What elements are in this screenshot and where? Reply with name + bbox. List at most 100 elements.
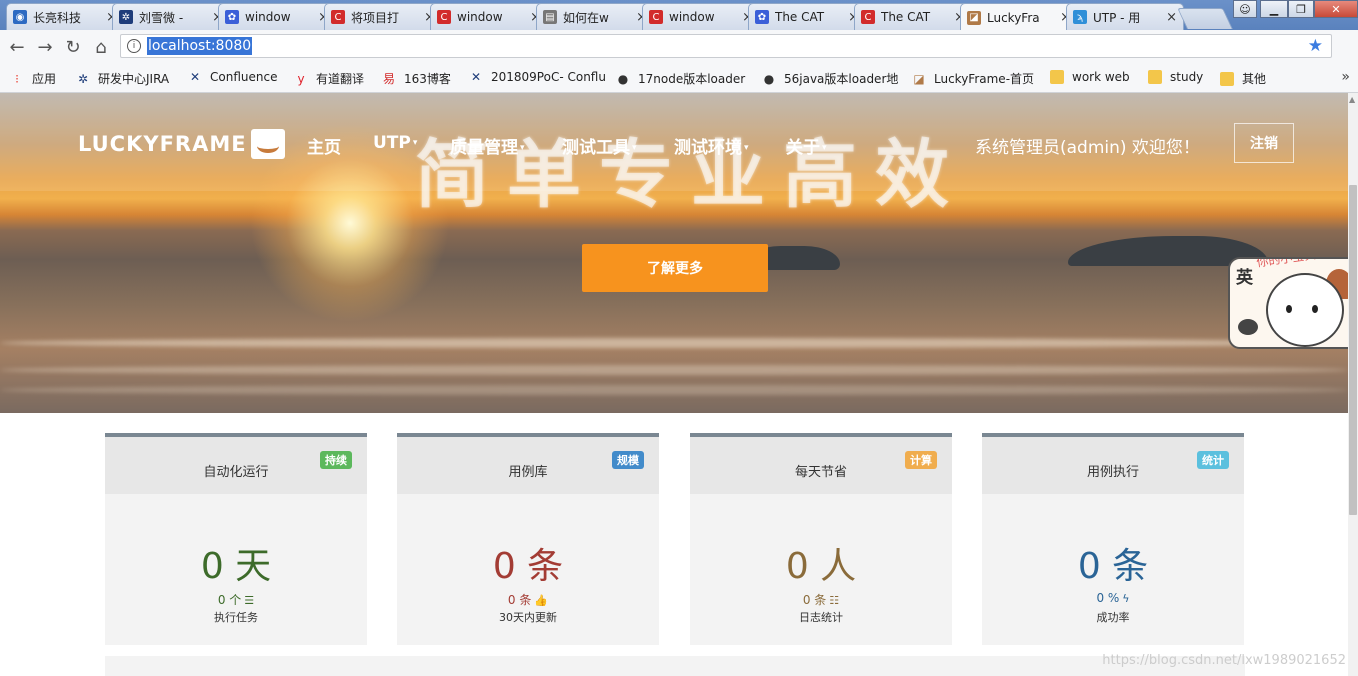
tab-11[interactable]: ϡ UTP - 用 × [1066, 3, 1184, 30]
user-icon[interactable]: ☺ [1233, 0, 1257, 18]
bookmark-item[interactable]: ● 56java版本loader地 [762, 70, 899, 87]
tab-4[interactable]: C将项目打× [324, 3, 442, 30]
bookmark-item[interactable]: study [1148, 70, 1203, 84]
info-icon[interactable]: i [127, 39, 141, 53]
tab-title: window [245, 10, 291, 24]
confluence-icon: ✕ [189, 70, 201, 84]
caret-down-icon: ▾ [632, 143, 637, 153]
bookmark-item[interactable]: ⁝ 应用 [10, 70, 56, 87]
nav-item[interactable]: UTP ▾ [373, 133, 417, 153]
bookmark-item[interactable]: ● 17node版本loader [616, 70, 745, 87]
reload-icon[interactable]: ↻ [62, 36, 84, 58]
wave [0, 385, 1348, 395]
logo-bird-icon [250, 129, 285, 159]
language-badge[interactable]: 英 [1236, 263, 1253, 288]
mascot-widget[interactable]: 你的小宝贝上线了 英 [1228, 257, 1348, 349]
nav-item[interactable]: 主页 [307, 133, 341, 158]
paw-icon: ✿ [225, 10, 239, 24]
logo-text: LUCKYFRAME [78, 132, 247, 156]
bookmark-item[interactable]: ✕ Confluence [188, 70, 278, 84]
bookmark-item[interactable]: ◪ LuckyFrame-首页 [912, 70, 1034, 87]
tab-title: 长亮科技 [33, 10, 82, 25]
minimize-button[interactable]: ▁ [1260, 0, 1288, 18]
card-big-value: 0 人 [785, 546, 857, 587]
bookmark-item[interactable]: ✕ 201809PoC- Conflu [469, 70, 606, 84]
nav-item[interactable]: 测试工具 ▾ [562, 133, 637, 158]
card-header: 用例执行 统计 [982, 437, 1244, 494]
bookmark-item[interactable]: y 有道翻译 [294, 70, 364, 87]
card-small-value: 0 条 ☷ [690, 591, 952, 608]
back-arrow-icon[interactable]: ← [6, 36, 28, 58]
address-bar[interactable]: i localhost:8080 ★ [120, 34, 1332, 58]
stat-card: 自动化运行 持续 0 天 0 个 ☰ 执行任务 [105, 433, 367, 645]
nav-label: 测试工具 [562, 138, 630, 158]
card-badge: 规模 [612, 451, 644, 469]
card-header: 自动化运行 持续 [105, 437, 367, 494]
stat-card: 每天节省 计算 0 人 0 条 ☷ 日志统计 [690, 433, 952, 645]
home-icon[interactable]: ⌂ [90, 36, 112, 58]
netease-icon: 易 [382, 72, 395, 86]
bookmark-item[interactable]: 其他 [1220, 70, 1266, 87]
tab-close-icon[interactable]: × [1166, 10, 1177, 25]
nav-item[interactable]: 质量管理 ▾ [450, 133, 525, 158]
bookmark-label: Confluence [210, 70, 278, 84]
tab-title: window [457, 10, 503, 24]
card-small-text: 0 条 [802, 593, 827, 607]
luckyframe-icon: ◪ [913, 71, 925, 86]
page-viewport: 简单专业高效 LUCKYFRAME 主页 UTP ▾ 质量管理 ▾ 测试工具 ▾ 测试环境 ▾ 关… [0, 93, 1348, 676]
mascot-caption: 你的小宝贝上线了 [1255, 259, 1348, 271]
jira-icon: ✲ [77, 71, 89, 86]
bookmark-label: 56java版本loader地 [784, 72, 899, 86]
scrollbar-thumb[interactable] [1349, 185, 1357, 515]
folder-icon [1148, 70, 1162, 84]
tab-10[interactable]: ◪LuckyFra× [960, 3, 1078, 31]
tab-9[interactable]: CThe CAT× [854, 3, 972, 30]
bookmark-label: 研发中心JIRA [98, 72, 170, 86]
card-header: 用例库 规模 [397, 437, 659, 494]
tab-8[interactable]: ✿The CAT× [748, 3, 866, 30]
paw-icon: ✿ [755, 10, 769, 24]
new-tab-button[interactable] [1177, 8, 1233, 29]
bookmark-item[interactable]: 易 163博客 [382, 70, 451, 87]
learn-more-button[interactable]: 了解更多 [582, 244, 768, 292]
page-scrollbar[interactable]: ▲ [1348, 93, 1358, 676]
tab-5[interactable]: Cwindow× [430, 3, 548, 30]
nav-item[interactable]: 测试环境 ▾ [674, 133, 749, 158]
c-icon: C [437, 10, 451, 24]
tab-6[interactable]: ▤如何在w× [536, 3, 654, 30]
maximize-button[interactable]: ❐ [1288, 0, 1314, 18]
window-close-button[interactable]: ✕ [1314, 0, 1358, 18]
forward-arrow-icon[interactable]: → [34, 36, 56, 58]
github-icon: ● [617, 71, 629, 86]
bookmark-star-icon[interactable]: ★ [1308, 36, 1323, 56]
tab-title: UTP - 用 [1093, 10, 1141, 25]
scroll-up-arrow-icon[interactable]: ▲ [1349, 95, 1355, 104]
bookmark-item[interactable]: work web [1050, 70, 1130, 84]
site-logo[interactable]: LUCKYFRAME [78, 129, 285, 159]
card-header: 每天节省 计算 [690, 437, 952, 494]
tab-7[interactable]: Cwindow× [642, 3, 760, 30]
slogan-text: 简单专业高效 [415, 132, 967, 218]
url-text[interactable]: localhost:8080 [147, 37, 253, 55]
card-big-value: 0 条 [1077, 546, 1149, 587]
card-small-text: 0 % [1096, 591, 1120, 605]
tab-2[interactable]: ✲刘雪微 -× [112, 3, 230, 30]
card-small-text: 0 条 [507, 593, 532, 607]
card-small-value: 0 % ϟ [982, 591, 1244, 605]
card-caption: 日志统计 [799, 611, 843, 624]
bookmark-label: 17node版本loader [638, 72, 746, 86]
tab-1[interactable]: ◉长亮科技× [6, 3, 124, 30]
tab-3[interactable]: ✿window× [218, 3, 336, 30]
card-big-value: 0 条 [492, 546, 564, 587]
more-bookmarks-chevron-icon[interactable]: » [1341, 69, 1350, 85]
bookmark-item[interactable]: ✲ 研发中心JIRA [76, 70, 169, 87]
stat-card: 用例执行 统计 0 条 0 % ϟ 成功率 [982, 433, 1244, 645]
card-caption: 成功率 [1096, 611, 1130, 624]
bookmark-label: 其他 [1242, 72, 1267, 86]
tab-title: The CAT [881, 10, 931, 24]
nav-item[interactable]: 关于 ▾ [786, 133, 827, 158]
bookmark-label: LuckyFrame-首页 [934, 72, 1035, 86]
stat-card: 用例库 规模 0 条0 条 👍 30天内更新 [397, 433, 659, 645]
page-icon: ▤ [543, 10, 557, 24]
logout-button[interactable]: 注销 [1234, 123, 1294, 163]
